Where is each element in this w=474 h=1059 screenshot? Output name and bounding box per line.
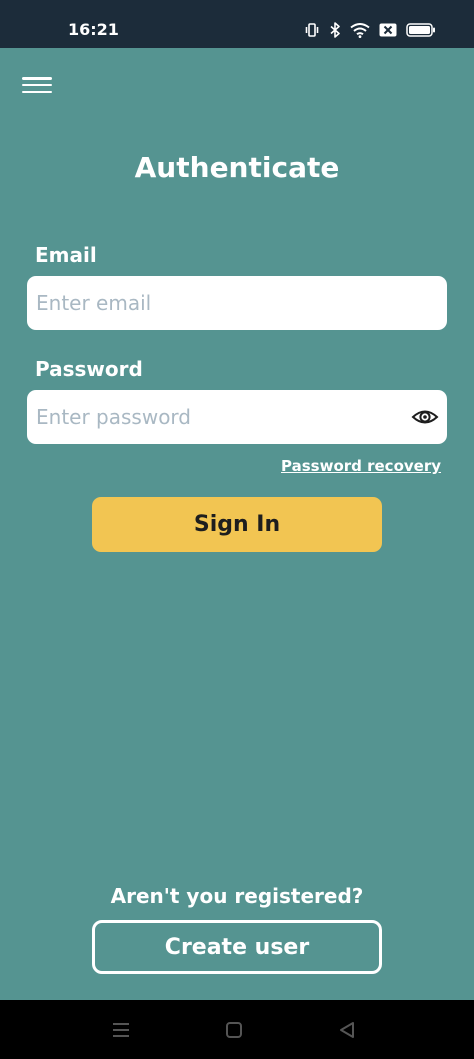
password-field[interactable] [27, 390, 447, 444]
status-bar: 16:21 [0, 0, 474, 48]
password-label: Password [35, 357, 143, 381]
email-label: Email [35, 243, 97, 267]
sign-in-button[interactable]: Sign In [92, 497, 382, 552]
register-prompt: Aren't you registered? [110, 884, 364, 908]
vibrate-icon [304, 22, 320, 38]
wifi-icon [350, 22, 370, 38]
page-title: Authenticate [134, 151, 340, 184]
navigation-bar [0, 1000, 474, 1059]
home-icon[interactable] [222, 1018, 246, 1042]
battery-icon [406, 23, 436, 37]
menu-bar [22, 77, 52, 80]
email-field-container [27, 276, 447, 330]
status-icons [304, 19, 436, 41]
hamburger-menu-icon[interactable] [22, 74, 52, 96]
menu-bar [22, 83, 52, 87]
email-field[interactable] [27, 276, 447, 330]
recents-icon[interactable] [109, 1018, 133, 1042]
menu-bar [22, 90, 52, 93]
sim-off-icon [379, 23, 397, 37]
create-user-button[interactable]: Create user [92, 920, 382, 974]
status-time: 16:21 [68, 20, 119, 39]
password-recovery-link[interactable]: Password recovery [281, 456, 441, 476]
back-icon[interactable] [335, 1018, 359, 1042]
password-field-container [27, 390, 447, 444]
bluetooth-icon [329, 22, 341, 38]
eye-icon[interactable] [411, 403, 439, 431]
